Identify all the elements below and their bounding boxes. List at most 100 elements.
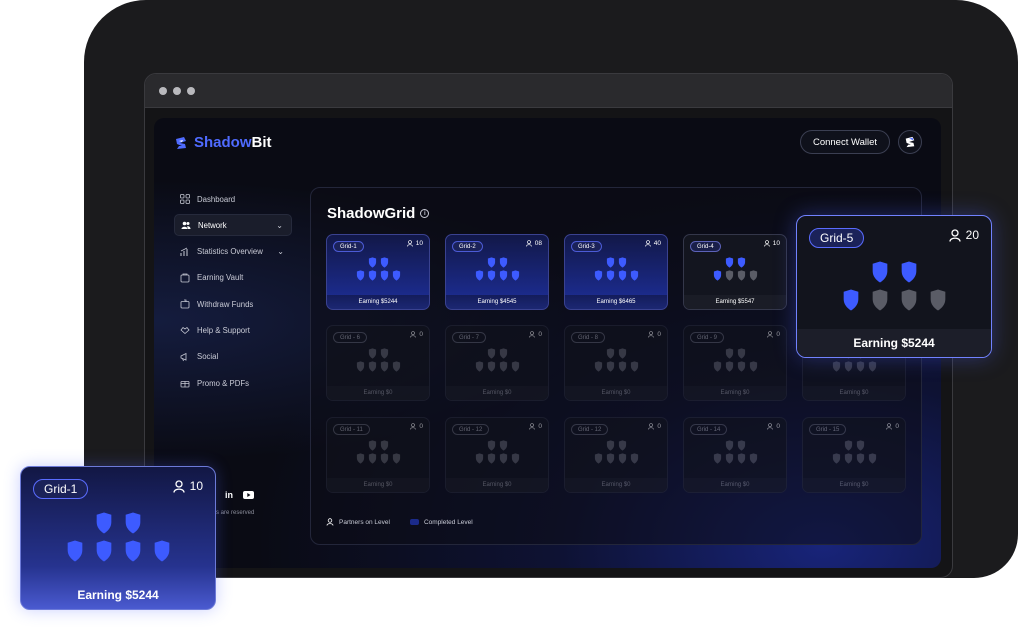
sidebar-item-social[interactable]: Social [174, 346, 292, 368]
sidebar-item-earning-vault[interactable]: Earning Vault [174, 267, 292, 289]
shield-icon [67, 540, 82, 562]
partner-count: 0 [648, 331, 661, 338]
shield-row [368, 440, 389, 451]
shield-icon [487, 361, 495, 372]
shield-icon [725, 440, 733, 451]
grid-card[interactable]: Grid - 8 0 Earning $0 [564, 325, 668, 401]
shield-icon [356, 361, 364, 372]
shield-icon [832, 453, 840, 464]
sidebar-item-promo-pdfs[interactable]: Promo & PDFs [174, 372, 292, 394]
shield-icon [380, 348, 388, 359]
avatar[interactable] [898, 130, 922, 154]
shield-icon [606, 453, 614, 464]
partner-count: 0 [529, 423, 542, 430]
grid-label-chip: Grid - 9 [690, 332, 725, 343]
grid-card[interactable]: Grid - 12 0 Earning $0 [445, 417, 549, 493]
grid-label-chip: Grid-1 [333, 241, 364, 252]
grid-card[interactable]: Grid - 6 0 Earning $0 [326, 325, 430, 401]
earning-amount: Earning $5244 [797, 329, 991, 357]
completed-swatch [409, 519, 419, 525]
user-icon [529, 423, 536, 430]
grid-popup-card[interactable]: Grid-1 10 Earning $5244 [20, 466, 216, 610]
grid-card[interactable]: Grid-2 08 Earning $4545 [445, 234, 549, 310]
shield-icon [630, 453, 638, 464]
shield-row [368, 257, 389, 268]
shield-icon [868, 453, 876, 464]
sidebar-item-dashboard[interactable]: Dashboard [174, 188, 292, 210]
grid-card[interactable]: Grid-1 10 Earning $5244 [326, 234, 430, 310]
shield-icon [368, 270, 376, 281]
shield-group [446, 440, 548, 464]
grid-label-chip: Grid-3 [571, 241, 602, 252]
grid-label-chip: Grid - 6 [333, 332, 368, 343]
shield-icon [901, 289, 916, 311]
shield-icon [713, 270, 721, 281]
window-dot[interactable] [173, 86, 181, 95]
grid-card[interactable]: Grid - 9 0 Earning $0 [683, 325, 787, 401]
shield-group [565, 257, 667, 281]
shield-icon [487, 453, 495, 464]
legend-completed-label: Completed Level [423, 518, 473, 526]
sidebar-item-label: Network [198, 220, 227, 230]
shield-icon [368, 348, 376, 359]
window-dot[interactable] [187, 86, 195, 95]
grid-card[interactable]: Grid - 15 0 Earning $0 [802, 417, 906, 493]
shield-icon [832, 361, 840, 372]
chevron-down-icon[interactable]: ⌄ [277, 247, 284, 256]
earning-amount: Earning $0 [803, 386, 905, 400]
shield-icon [725, 270, 733, 281]
shield-group [21, 512, 215, 562]
shield-row [725, 257, 746, 268]
shield-row [713, 453, 758, 464]
grid-label-chip: Grid - 8 [571, 332, 606, 343]
shield-group [327, 348, 429, 372]
linkedin-icon[interactable]: in [225, 490, 233, 500]
sidebar-item-withdraw-funds[interactable]: Withdraw Funds [174, 293, 292, 315]
copyright-text: s are reserved [216, 510, 255, 516]
sidebar-item-network[interactable]: Network ⌄ [174, 214, 292, 237]
partner-count-value: 0 [895, 423, 899, 430]
shield-row [356, 270, 401, 281]
shield-icon [96, 512, 111, 534]
info-icon[interactable]: i [420, 209, 430, 218]
chevron-down-icon[interactable]: ⌄ [276, 221, 283, 230]
shield-group [684, 440, 786, 464]
grid-card[interactable]: Grid - 7 0 Earning $0 [445, 325, 549, 401]
partner-count-value: 0 [419, 331, 423, 338]
grid-popup-card[interactable]: Grid-5 20 Earning $5244 [796, 215, 992, 358]
shield-row [606, 440, 627, 451]
youtube-icon[interactable] [243, 491, 254, 499]
grid-label-chip: Grid-4 [690, 241, 721, 252]
shield-icon [356, 270, 364, 281]
brand-logo[interactable]: Shadow Bit [174, 134, 272, 151]
shield-icon [606, 361, 614, 372]
user-icon [763, 240, 770, 247]
shield-icon [872, 261, 887, 283]
grid-card[interactable]: Grid - 14 0 Earning $0 [683, 417, 787, 493]
grid-card[interactable]: Grid - 11 0 Earning $0 [326, 417, 430, 493]
window-dot[interactable] [159, 86, 167, 95]
sidebar-item-help-support[interactable]: Help & Support [174, 319, 292, 341]
partner-count-value: 0 [419, 423, 423, 430]
shield-icon [594, 361, 602, 372]
shield-icon [368, 257, 376, 268]
chart-icon [180, 247, 190, 257]
grid-card[interactable]: Grid - 12 0 Earning $0 [564, 417, 668, 493]
partner-count-value: 10 [415, 240, 423, 247]
user-icon [326, 518, 334, 526]
shield-icon [618, 348, 626, 359]
gift-icon [180, 378, 190, 388]
partner-count-value: 0 [776, 423, 780, 430]
browser-toolbar [145, 74, 952, 108]
user-icon [406, 240, 413, 247]
grid-card[interactable]: Grid-3 40 Earning $6465 [564, 234, 668, 310]
grid-label-chip: Grid-2 [452, 241, 483, 252]
partner-count: 0 [767, 331, 780, 338]
shield-row [594, 453, 639, 464]
grid-label-chip: Grid - 7 [452, 332, 487, 343]
connect-wallet-button[interactable]: Connect Wallet [800, 130, 890, 154]
grid-card[interactable]: Grid-4 10 Earning $5547 [683, 234, 787, 310]
shield-group [446, 348, 548, 372]
user-icon [648, 423, 655, 430]
sidebar-item-statistics-overview[interactable]: Statistics Overview ⌄ [174, 241, 292, 263]
